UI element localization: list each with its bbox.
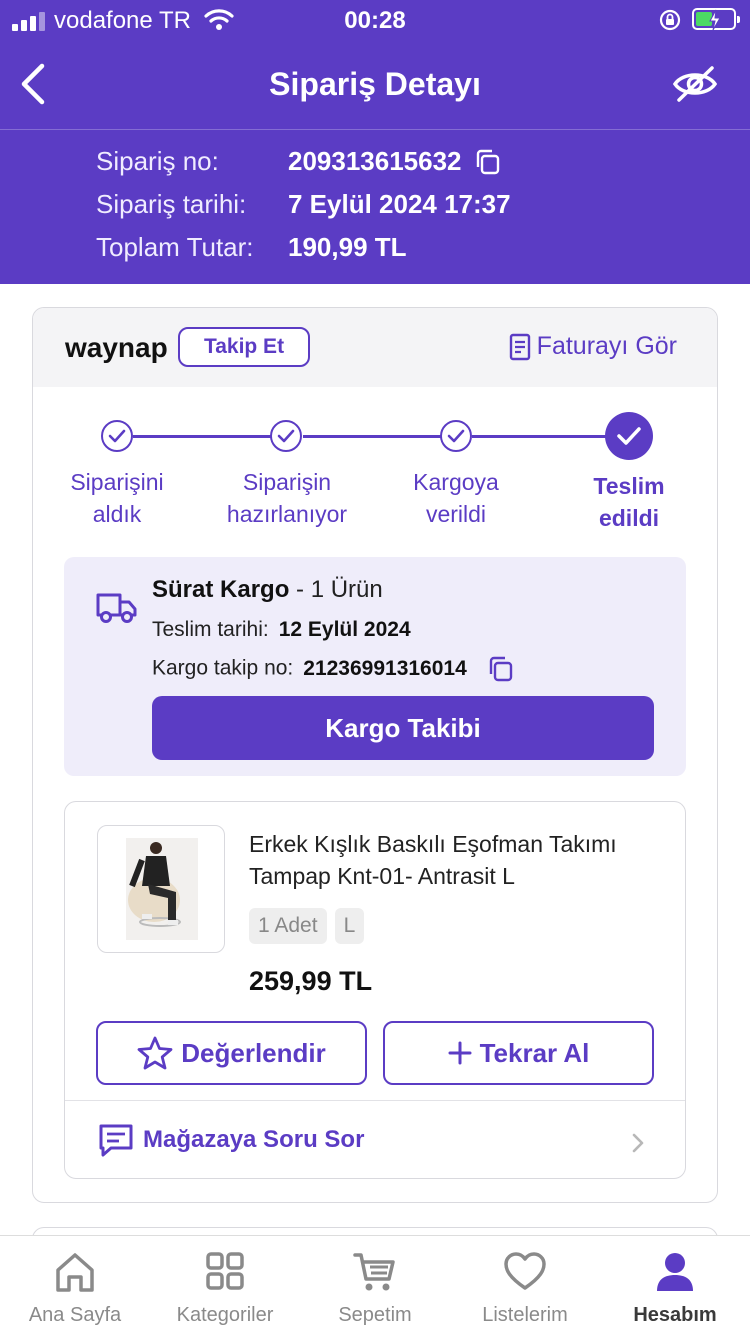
order-date-row: Sipariş tarihi: 7 Eylül 2024 17:37 — [96, 183, 511, 226]
order-total-label: Toplam Tutar: — [96, 232, 254, 262]
tracking-label: Kargo takip no: — [152, 656, 294, 680]
view-invoice-link[interactable]: Faturayı Gör — [509, 332, 677, 361]
track-shipment-button[interactable]: Kargo Takibi — [152, 696, 654, 760]
order-card: waynap Takip Et Faturayı Gör Siparişini … — [32, 307, 718, 1203]
step-label: Siparişin hazırlanıyor — [226, 469, 348, 527]
order-progress: Siparişini aldık Siparişin hazırlanıyor Ka… — [33, 408, 717, 538]
buy-again-label: Tekrar Al — [479, 1037, 590, 1068]
order-summary: Sipariş no: 209313615632 Sipariş tarihi:… — [96, 140, 511, 269]
divider — [65, 1100, 685, 1101]
rotation-lock-icon — [659, 9, 681, 31]
order-date-value: 7 Eylül 2024 17:37 — [288, 189, 511, 219]
product-item: Erkek Kışlık Baskılı Eşofman Takımı Tamp… — [64, 801, 686, 1179]
user-icon — [657, 1253, 693, 1291]
shipment-item-count: - 1 Ürün — [296, 576, 383, 603]
step-check-icon — [270, 420, 302, 452]
product-name[interactable]: Erkek Kışlık Baskılı Eşofman Takımı Tamp… — [249, 828, 659, 892]
status-bar: vodafone TR 00:28 — [0, 0, 750, 42]
tab-label: Kategoriler — [176, 1304, 274, 1326]
home-icon — [56, 1253, 94, 1292]
delivery-date-label: Teslim tarihi: — [152, 618, 269, 641]
eye-off-icon[interactable] — [672, 64, 718, 104]
plus-icon — [448, 1041, 472, 1065]
quantity-chip: 1 Adet — [249, 908, 327, 944]
step-label-active: Teslim edildi — [593, 473, 665, 531]
tab-home[interactable]: Ana Sayfa — [0, 1236, 150, 1334]
progress-line — [133, 435, 273, 438]
star-icon — [137, 1036, 173, 1070]
tab-label: Ana Sayfa — [28, 1304, 122, 1326]
tab-categories[interactable]: Kategoriler — [150, 1236, 300, 1334]
chat-icon — [99, 1124, 133, 1157]
copy-icon[interactable] — [474, 148, 502, 176]
ask-store-label: Mağazaya Soru Sor — [143, 1126, 365, 1153]
tab-label: Hesabım — [633, 1304, 717, 1326]
seller-header: waynap Takip Et Faturayı Gör — [33, 308, 717, 387]
order-no-label: Sipariş no: — [96, 146, 219, 176]
progress-line — [472, 435, 608, 438]
product-attributes: 1 Adet L — [249, 908, 365, 944]
tab-lists[interactable]: Listelerim — [450, 1236, 600, 1334]
shipment-title: Sürat Kargo - 1 Ürün — [152, 576, 383, 604]
header: vodafone TR 00:28 Sipariş Detayı Sipariş… — [0, 0, 750, 284]
tab-cart[interactable]: Sepetim — [300, 1236, 450, 1334]
page-title: Sipariş Detayı — [269, 66, 481, 102]
truck-icon — [96, 593, 137, 623]
step-check-icon — [605, 412, 653, 460]
order-date-label: Sipariş tarihi: — [96, 189, 247, 219]
product-image[interactable] — [97, 825, 225, 953]
tracking-number: 21236991316014 — [303, 656, 467, 680]
order-total-value: 190,99 TL — [288, 232, 407, 262]
cart-icon — [353, 1253, 395, 1291]
step-label: Kargoya verildi — [413, 469, 499, 527]
buy-again-button[interactable]: Tekrar Al — [383, 1021, 654, 1085]
tab-label: Listelerim — [482, 1304, 568, 1326]
size-chip: L — [334, 908, 365, 944]
order-total-row: Toplam Tutar: 190,99 TL — [96, 226, 511, 269]
view-invoice-label: Faturayı Gör — [536, 332, 677, 360]
progress-line — [303, 435, 442, 438]
seller-name[interactable]: waynap — [65, 332, 168, 364]
shipment-panel: Sürat Kargo - 1 Ürün Teslim tarihi: 12 Ey… — [64, 557, 686, 776]
order-no-value: 209313615632 — [288, 146, 462, 176]
grid-icon — [206, 1252, 244, 1290]
tab-label: Sepetim — [338, 1304, 412, 1326]
tab-account[interactable]: Hesabım — [600, 1236, 750, 1334]
copy-icon[interactable] — [487, 655, 515, 683]
clock: 00:28 — [344, 7, 406, 34]
step-label: Siparişini aldık — [70, 469, 164, 527]
invoice-icon — [509, 333, 530, 360]
delivery-date-row: Teslim tarihi: 12 Eylül 2024 — [152, 618, 411, 642]
shipping-carrier: Sürat Kargo — [152, 576, 290, 603]
delivery-date-value: 12 Eylül 2024 — [278, 618, 411, 641]
product-price: 259,99 TL — [249, 966, 373, 996]
ask-store-link[interactable]: Mağazaya Soru Sor — [97, 1122, 364, 1158]
header-divider — [0, 129, 750, 130]
step-check-icon — [440, 420, 472, 452]
order-no-row: Sipariş no: 209313615632 — [96, 140, 511, 183]
tracking-row: Kargo takip no: 21236991316014 — [152, 655, 515, 683]
rate-button[interactable]: Değerlendir — [96, 1021, 367, 1085]
tab-bar: Ana Sayfa Kategoriler Sepetim Listelerim — [0, 1235, 750, 1334]
battery-icon — [692, 8, 740, 31]
nav-bar: Sipariş Detayı — [0, 50, 750, 120]
rate-label: Değerlendir — [181, 1037, 326, 1068]
follow-button[interactable]: Takip Et — [178, 327, 310, 367]
step-check-icon — [101, 420, 133, 452]
heart-icon — [504, 1252, 546, 1290]
chevron-right-icon — [632, 1133, 644, 1153]
